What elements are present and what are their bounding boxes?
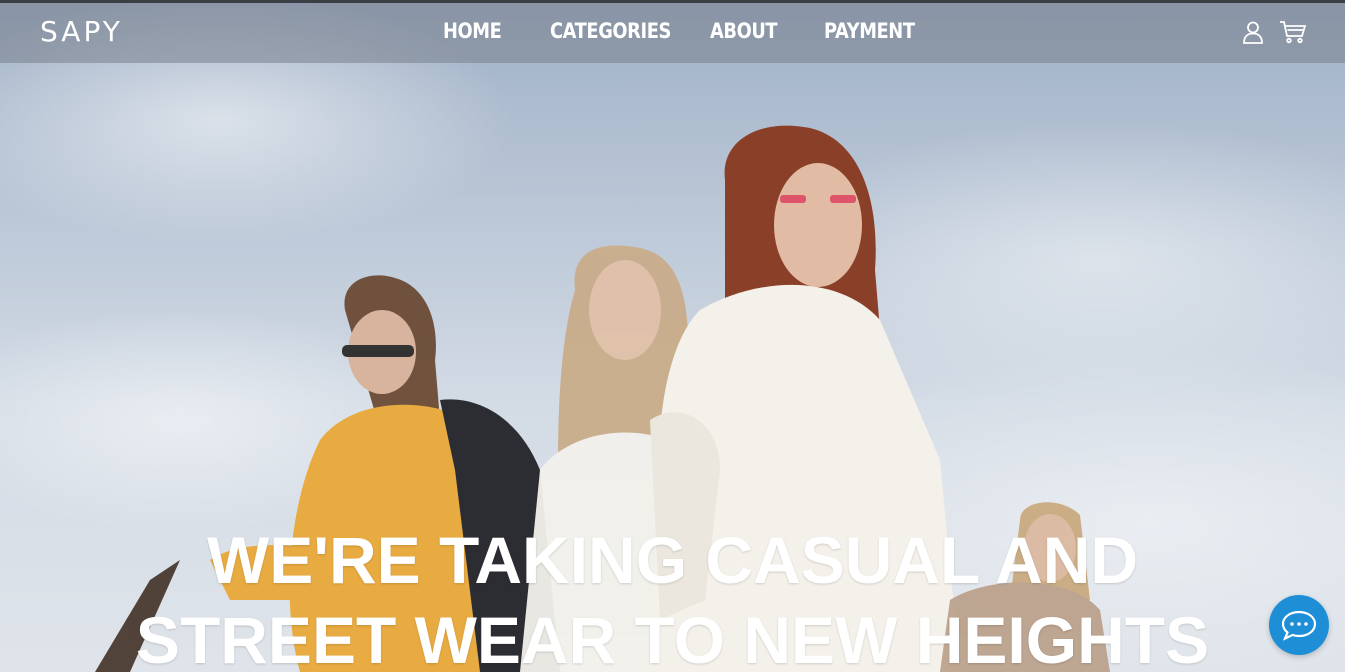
nav-link-about[interactable]: ABOUT [710, 19, 778, 43]
brand-logo[interactable]: SAPY [40, 15, 123, 48]
chat-button[interactable] [1269, 595, 1329, 655]
user-icon[interactable] [1238, 17, 1268, 47]
nav-link-payment[interactable]: PAYMENT [824, 19, 915, 43]
chat-bubble-icon [1281, 610, 1317, 641]
hero-headline-line1: WE'RE TAKING CASUAL AND [206, 523, 1139, 597]
cart-icon[interactable] [1278, 17, 1308, 47]
nav-link-categories[interactable]: CATEGORIES [550, 19, 671, 43]
page: SAPY HOME CATEGORIES ABOUT PAYMENT WE'RE… [0, 0, 1345, 672]
nav-link-home[interactable]: HOME [443, 19, 502, 43]
hero-headline-line2: STREET WEAR TO NEW HEIGHTS [135, 603, 1210, 672]
navigation-bar: SAPY HOME CATEGORIES ABOUT PAYMENT [0, 3, 1345, 63]
